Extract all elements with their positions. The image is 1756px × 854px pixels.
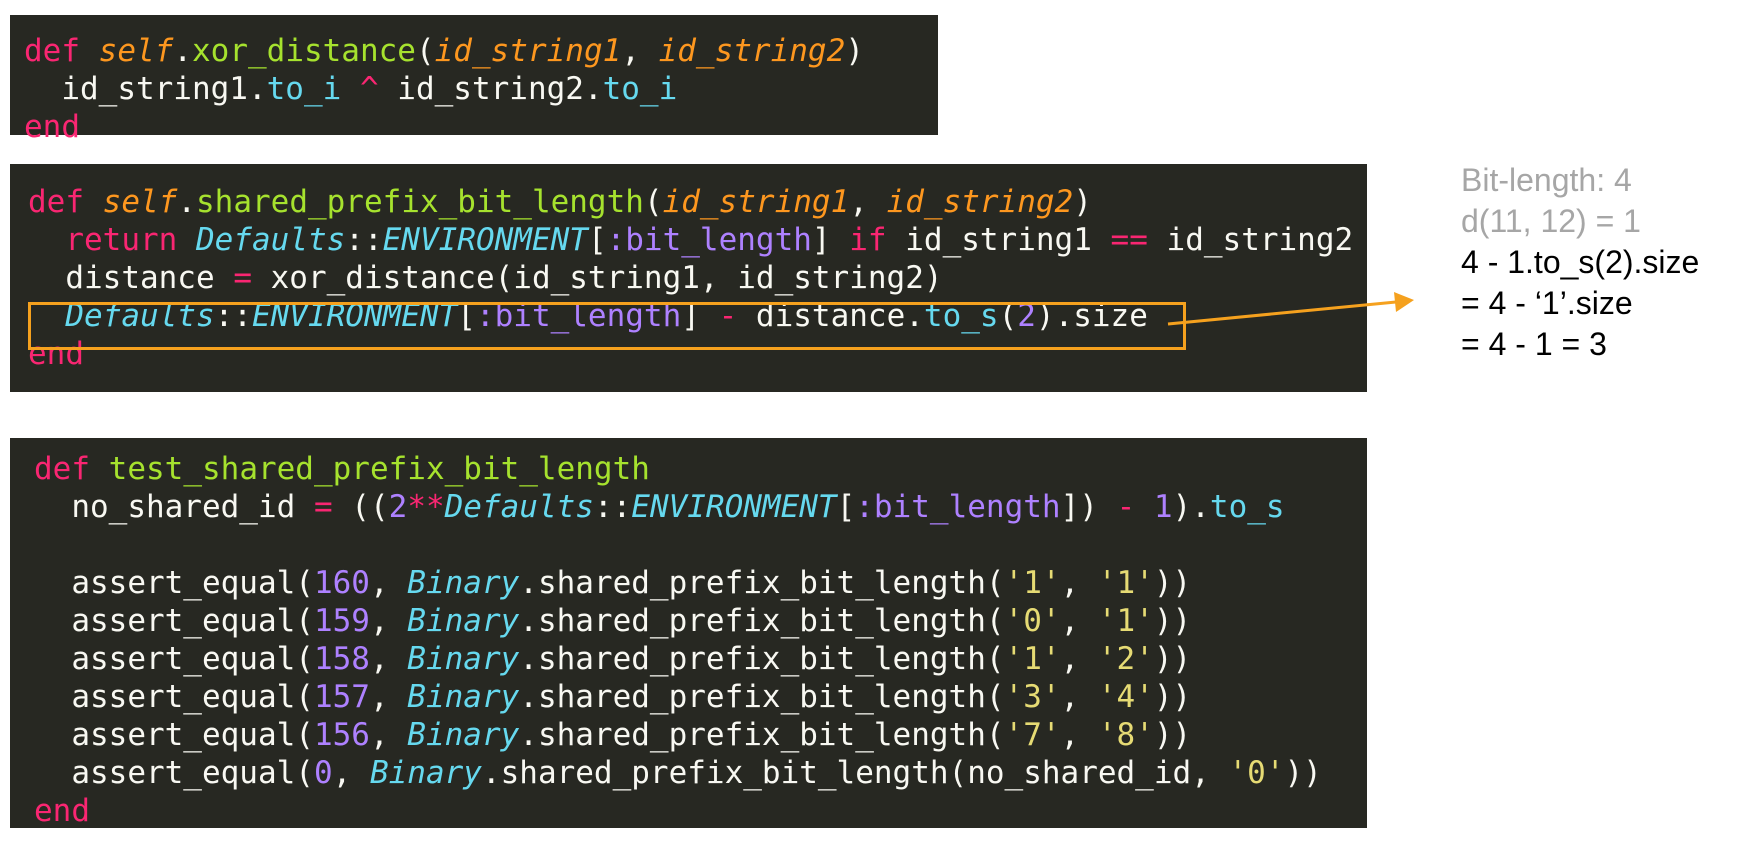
calc-step-2: = 4 - ‘1’.size xyxy=(1461,285,1633,321)
calc-step-3: = 4 - 1 = 3 xyxy=(1461,326,1607,362)
callout-arrow xyxy=(1167,292,1414,326)
calc-step-1: 4 - 1.to_s(2).size xyxy=(1461,244,1700,280)
calculation-notes: Bit-length: 4 d(11, 12) = 1 4 - 1.to_s(2… xyxy=(1461,160,1699,365)
bit-length-note: Bit-length: 4 xyxy=(1461,162,1632,198)
slide: def self.xor_distance(id_string1, id_str… xyxy=(0,0,1756,854)
distance-note: d(11, 12) = 1 xyxy=(1461,203,1641,239)
